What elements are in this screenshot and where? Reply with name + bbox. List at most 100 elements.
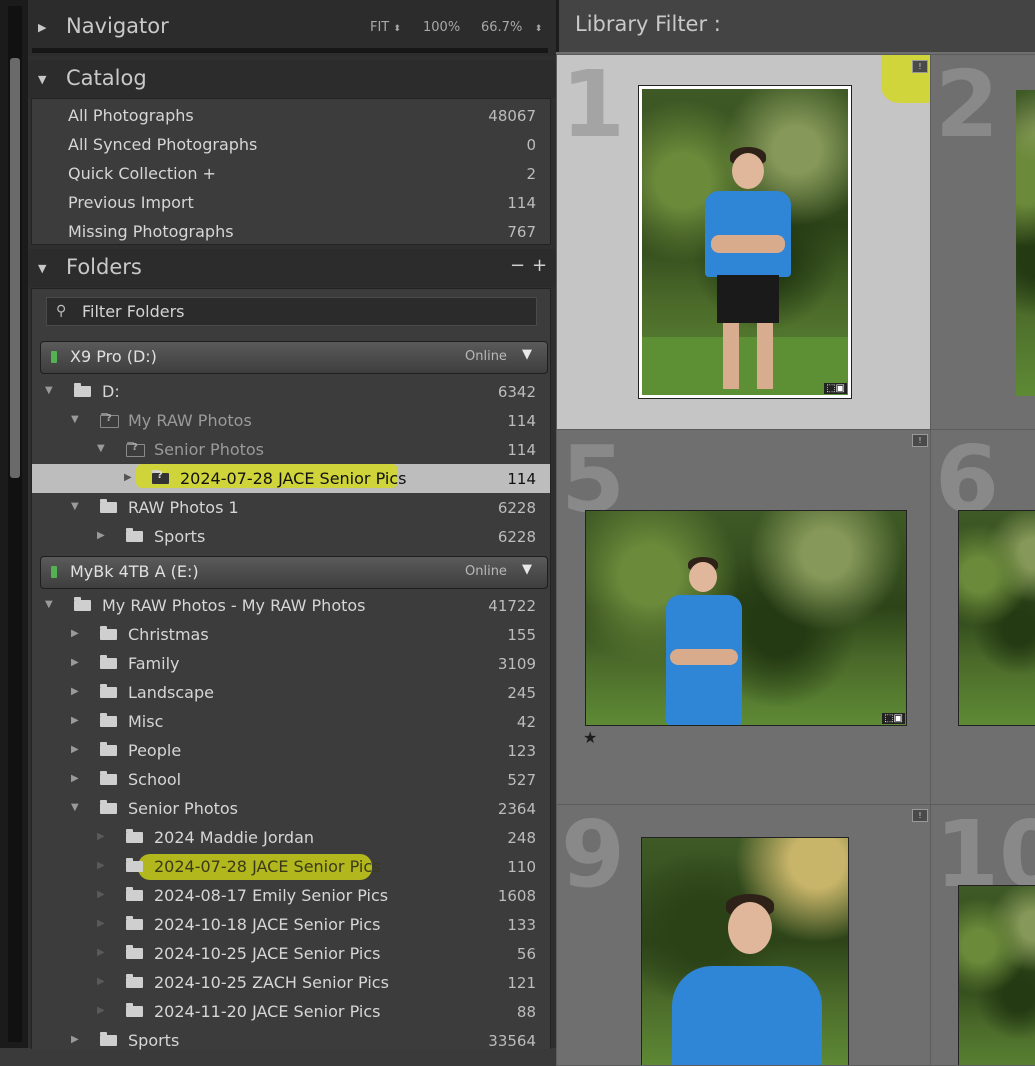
collapse-arrow-icon[interactable]: ▼	[71, 501, 79, 512]
expand-arrow-icon[interactable]: ▶	[97, 976, 105, 987]
folder-row-landscape[interactable]: ▶ Landscape 245	[32, 678, 550, 707]
expand-arrow-icon[interactable]: ▶	[71, 657, 79, 668]
expand-arrow-icon[interactable]: ▶	[97, 889, 105, 900]
missing-file-warning-icon[interactable]: !	[912, 434, 928, 447]
folder-row-raw-photos-1[interactable]: ▼ RAW Photos 1 6228	[32, 493, 550, 522]
collapse-arrow-icon[interactable]: ▼	[71, 414, 79, 425]
catalog-item-all-synced[interactable]: All Synced Photographs 0	[32, 130, 550, 159]
remove-folder-button[interactable]: −	[510, 255, 525, 276]
catalog-item-previous-import[interactable]: Previous Import 114	[32, 188, 550, 217]
library-grid-panel: Library Filter : 1 ⬚▣ ! 2 5 ! ⬚▣ ★ 6 9 !…	[556, 0, 1035, 1066]
photo-thumbnail[interactable]	[641, 837, 849, 1065]
folder-row-jace-selected[interactable]: ▶ ? 2024-07-28 JACE Senior Pics 114	[32, 464, 550, 493]
expand-arrow-icon[interactable]: ▶	[97, 831, 105, 842]
folder-row-sports-e[interactable]: ▶ Sports 33564	[32, 1026, 550, 1055]
zoom-100[interactable]: 100%	[423, 20, 460, 35]
folder-row-jace-1018[interactable]: ▶ 2024-10-18 JACE Senior Pics 133	[32, 910, 550, 939]
folder-row-maddie-jordan[interactable]: ▶ 2024 Maddie Jordan 248	[32, 823, 550, 852]
collapse-arrow-icon[interactable]: ▼	[45, 599, 53, 610]
add-folder-button[interactable]: +	[532, 255, 547, 276]
grid-cell-10[interactable]: 10	[930, 804, 1035, 1066]
folder-row-my-raw-photos[interactable]: ▼ ? My RAW Photos 114	[32, 406, 550, 435]
grid-cell-9[interactable]: 9 !	[556, 804, 931, 1066]
star-rating-icon[interactable]: ★	[583, 728, 597, 747]
folder-row-misc[interactable]: ▶ Misc 42	[32, 707, 550, 736]
panel-scrollbar[interactable]	[0, 0, 28, 1048]
expand-triangle-icon[interactable]: ▶	[38, 21, 46, 34]
folder-row-jace-0728[interactable]: ▶ 2024-07-28 JACE Senior Pics 110	[32, 852, 550, 881]
expand-arrow-icon[interactable]: ▶	[71, 715, 79, 726]
folder-row-school[interactable]: ▶ School 527	[32, 765, 550, 794]
catalog-item-missing[interactable]: Missing Photographs 767	[32, 217, 550, 246]
folder-row-senior-photos-missing[interactable]: ▼ ? Senior Photos 114	[32, 435, 550, 464]
cell-index-number: 9	[561, 804, 626, 908]
expand-arrow-icon[interactable]: ▶	[71, 686, 79, 697]
missing-file-warning-icon[interactable]: !	[912, 60, 928, 73]
folder-label: Senior Photos	[154, 440, 265, 459]
zoom-custom[interactable]: 66.7% ⬍	[481, 20, 542, 35]
collapse-triangle-icon[interactable]: ▼	[38, 262, 46, 275]
expand-arrow-icon[interactable]: ▶	[97, 1005, 105, 1016]
dropdown-triangle-icon[interactable]: ▼	[522, 347, 532, 362]
grid-cell-5[interactable]: 5 ! ⬚▣ ★	[556, 429, 931, 805]
expand-arrow-icon[interactable]: ▶	[97, 918, 105, 929]
expand-arrow-icon[interactable]: ▶	[97, 947, 105, 958]
navigator-title: Navigator	[66, 14, 169, 38]
dropdown-triangle-icon[interactable]: ▼	[522, 562, 532, 577]
folder-row-family[interactable]: ▶ Family 3109	[32, 649, 550, 678]
catalog-item-all-photographs[interactable]: All Photographs 48067	[32, 101, 550, 130]
filter-folders-input[interactable]: ⚲ Filter Folders	[46, 297, 537, 326]
folder-icon	[100, 655, 117, 669]
expand-arrow-icon[interactable]: ▶	[71, 1034, 79, 1045]
zoom-fit[interactable]: FIT ⬍	[370, 20, 401, 35]
folder-icon	[74, 383, 91, 397]
catalog-header[interactable]: ▼ Catalog	[28, 60, 556, 98]
volume-header-e[interactable]: MyBk 4TB A (E:) Online ▼	[40, 556, 548, 589]
expand-arrow-icon[interactable]: ▶	[71, 628, 79, 639]
folder-row-zach-1025[interactable]: ▶ 2024-10-25 ZACH Senior Pics 121	[32, 968, 550, 997]
folder-count: 2364	[497, 800, 536, 818]
photo-thumbnail[interactable]	[958, 510, 1035, 726]
folder-label: Family	[128, 654, 180, 673]
catalog-item-quick-collection[interactable]: Quick Collection + 2	[32, 159, 550, 188]
folder-label: RAW Photos 1	[128, 498, 239, 517]
grid-cell-2[interactable]: 2	[930, 54, 1035, 430]
missing-folder-icon: ?	[152, 470, 169, 484]
folder-label: My RAW Photos - My RAW Photos	[102, 596, 366, 615]
scrollbar-thumb[interactable]	[10, 58, 20, 478]
photo-thumbnail[interactable]	[1016, 90, 1035, 396]
missing-file-warning-icon[interactable]: !	[912, 809, 928, 822]
navigator-preview-bar	[32, 48, 548, 53]
folder-label: Misc	[128, 712, 164, 731]
folder-row-people[interactable]: ▶ People 123	[32, 736, 550, 765]
expand-arrow-icon[interactable]: ▶	[97, 530, 105, 541]
folder-row-d-drive[interactable]: ▼ D: 6342	[32, 377, 550, 406]
folders-header[interactable]: ▼ Folders − +	[28, 249, 556, 287]
collapse-triangle-icon[interactable]: ▼	[38, 73, 46, 86]
folder-row-jace-1120[interactable]: ▶ 2024-11-20 JACE Senior Pics 88	[32, 997, 550, 1026]
expand-arrow-icon[interactable]: ▶	[97, 860, 105, 871]
photo-thumbnail[interactable]	[958, 885, 1035, 1065]
grid-cell-1[interactable]: 1 ⬚▣ !	[556, 54, 931, 430]
collapse-arrow-icon[interactable]: ▼	[71, 802, 79, 813]
expand-arrow-icon[interactable]: ▶	[71, 744, 79, 755]
expand-arrow-icon[interactable]: ▶	[124, 472, 132, 483]
folder-row-sports-d[interactable]: ▶ Sports 6228	[32, 522, 550, 551]
folder-label: Landscape	[128, 683, 214, 702]
library-filter-bar[interactable]: Library Filter :	[556, 0, 1035, 52]
folder-row-jace-1025[interactable]: ▶ 2024-10-25 JACE Senior Pics 56	[32, 939, 550, 968]
cell-index-number: 2	[935, 54, 1000, 158]
photo-thumbnail[interactable]: ⬚▣	[642, 89, 848, 395]
folder-row-senior-photos[interactable]: ▼ Senior Photos 2364	[32, 794, 550, 823]
folder-row-christmas[interactable]: ▶ Christmas 155	[32, 620, 550, 649]
folder-label: 2024-10-25 JACE Senior Pics	[154, 944, 381, 963]
collapse-arrow-icon[interactable]: ▼	[45, 385, 53, 396]
folder-row-emily[interactable]: ▶ 2024-08-17 Emily Senior Pics 1608	[32, 881, 550, 910]
expand-arrow-icon[interactable]: ▶	[71, 773, 79, 784]
volume-header-d[interactable]: X9 Pro (D:) Online ▼	[40, 341, 548, 374]
photo-thumbnail[interactable]: ⬚▣	[585, 510, 907, 726]
collapse-arrow-icon[interactable]: ▼	[97, 443, 105, 454]
navigator-header[interactable]: ▶ Navigator FIT ⬍ 100% 66.7% ⬍	[28, 0, 556, 56]
grid-cell-6[interactable]: 6	[930, 429, 1035, 805]
folder-row-my-raw-photos-e[interactable]: ▼ My RAW Photos - My RAW Photos 41722	[32, 591, 550, 620]
